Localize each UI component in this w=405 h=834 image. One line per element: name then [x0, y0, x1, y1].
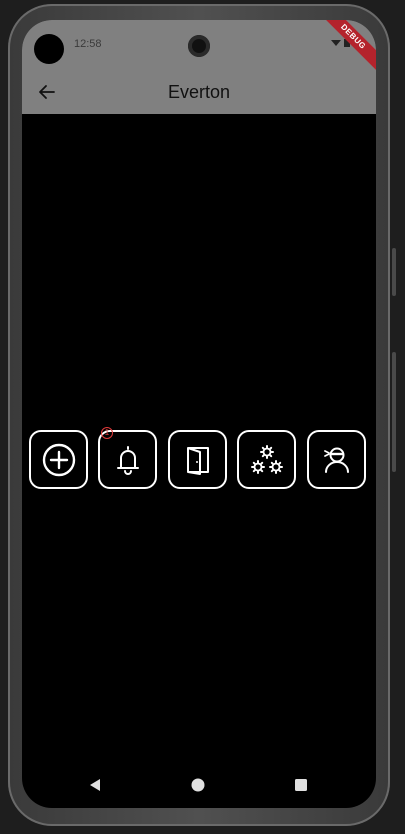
- power-button: [392, 248, 396, 296]
- back-button[interactable]: [34, 79, 60, 105]
- add-button[interactable]: [29, 430, 88, 489]
- bell-icon: [116, 445, 139, 475]
- door-button[interactable]: [168, 430, 227, 489]
- plus-circle-icon: [42, 443, 75, 476]
- app-bar: Everton: [22, 70, 376, 114]
- user-icon: [323, 447, 349, 473]
- square-recents-icon: [295, 779, 307, 791]
- status-bar: 12:58 DEBUG: [22, 20, 376, 74]
- front-camera: [188, 35, 210, 57]
- circle-home-icon: [191, 778, 205, 792]
- volume-button: [392, 352, 396, 472]
- system-nav-bar: [22, 764, 376, 808]
- cogs-icon: [250, 444, 283, 474]
- profile-button[interactable]: [307, 430, 366, 489]
- nav-back-button[interactable]: [88, 778, 102, 797]
- triangle-back-icon: [90, 779, 100, 791]
- cogs-button[interactable]: [237, 430, 296, 489]
- screen: 12:58 DEBUG Everton 1: [22, 20, 376, 808]
- action-row: 1: [27, 427, 371, 494]
- door-icon: [186, 446, 209, 475]
- nav-recents-button[interactable]: [294, 778, 308, 797]
- page-title: Everton: [167, 82, 231, 102]
- notification-badge: 1: [101, 427, 113, 439]
- nav-home-button[interactable]: [191, 778, 205, 797]
- camera-cutout: [34, 34, 64, 64]
- arrow-left-icon: [39, 85, 55, 99]
- status-time: 12:58: [74, 38, 102, 50]
